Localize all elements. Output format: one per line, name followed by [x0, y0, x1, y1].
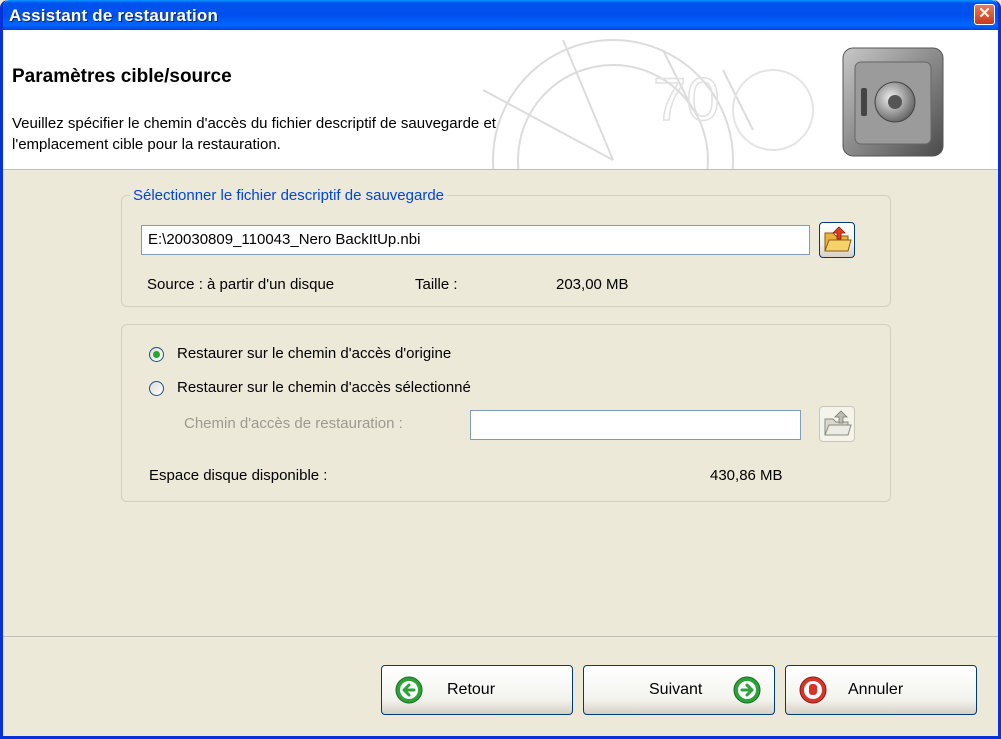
- folder-open-icon: [824, 410, 852, 436]
- free-space-value: 430,86 MB: [710, 467, 783, 484]
- restore-wizard-window: Assistant de restauration ✕ 70 Paramètre…: [0, 0, 1001, 739]
- size-value: 203,00 MB: [556, 276, 629, 293]
- browse-restore-path-button[interactable]: [819, 406, 855, 442]
- svg-text:70: 70: [653, 66, 720, 133]
- restore-selected-radio[interactable]: [149, 381, 164, 396]
- wizard-header: 70 Paramètres cible/source Veuillez spéc…: [3, 30, 998, 169]
- backup-file-path-input[interactable]: E:\20030809_110043_Nero BackItUp.nbi: [141, 225, 810, 255]
- stop-hand-icon: [799, 676, 827, 704]
- footer-divider: [3, 636, 998, 638]
- window-title: Assistant de restauration: [9, 6, 219, 25]
- header-divider: [3, 169, 998, 171]
- page-description: Veuillez spécifier le chemin d'accès du …: [12, 113, 652, 155]
- next-button[interactable]: Suivant: [583, 665, 775, 715]
- next-button-label: Suivant: [649, 681, 703, 698]
- arrow-right-icon: [733, 676, 761, 704]
- source-label: Source : à partir d'un disque: [147, 276, 335, 293]
- cancel-button-label: Annuler: [848, 681, 904, 698]
- cancel-button[interactable]: Annuler: [785, 665, 977, 715]
- free-space-label: Espace disque disponible :: [149, 467, 328, 484]
- restore-selected-label[interactable]: Restaurer sur le chemin d'accès sélectio…: [177, 379, 471, 396]
- backup-file-group-legend: Sélectionner le fichier descriptif de sa…: [133, 187, 445, 204]
- close-icon: ✕: [978, 5, 991, 22]
- restore-original-label[interactable]: Restaurer sur le chemin d'accès d'origin…: [177, 345, 451, 362]
- page-description-line-2: l'emplacement cible pour la restauration…: [12, 136, 281, 153]
- restore-path-label: Chemin d'accès de restauration :: [184, 415, 403, 432]
- back-button[interactable]: Retour: [381, 665, 573, 715]
- folder-open-icon: [824, 226, 852, 252]
- radio-selected-dot: [153, 351, 160, 358]
- restore-original-radio[interactable]: [149, 347, 164, 362]
- back-button-label: Retour: [447, 681, 496, 698]
- restore-path-input[interactable]: [470, 410, 801, 440]
- title-bar[interactable]: Assistant de restauration ✕: [3, 0, 998, 30]
- page-title: Paramètres cible/source: [12, 66, 232, 87]
- safe-icon: [842, 47, 944, 157]
- browse-backup-file-button[interactable]: [819, 222, 855, 258]
- close-button[interactable]: ✕: [974, 4, 995, 25]
- size-label: Taille :: [415, 276, 458, 293]
- page-description-line-1: Veuillez spécifier le chemin d'accès du …: [12, 115, 496, 132]
- arrow-left-icon: [395, 676, 423, 704]
